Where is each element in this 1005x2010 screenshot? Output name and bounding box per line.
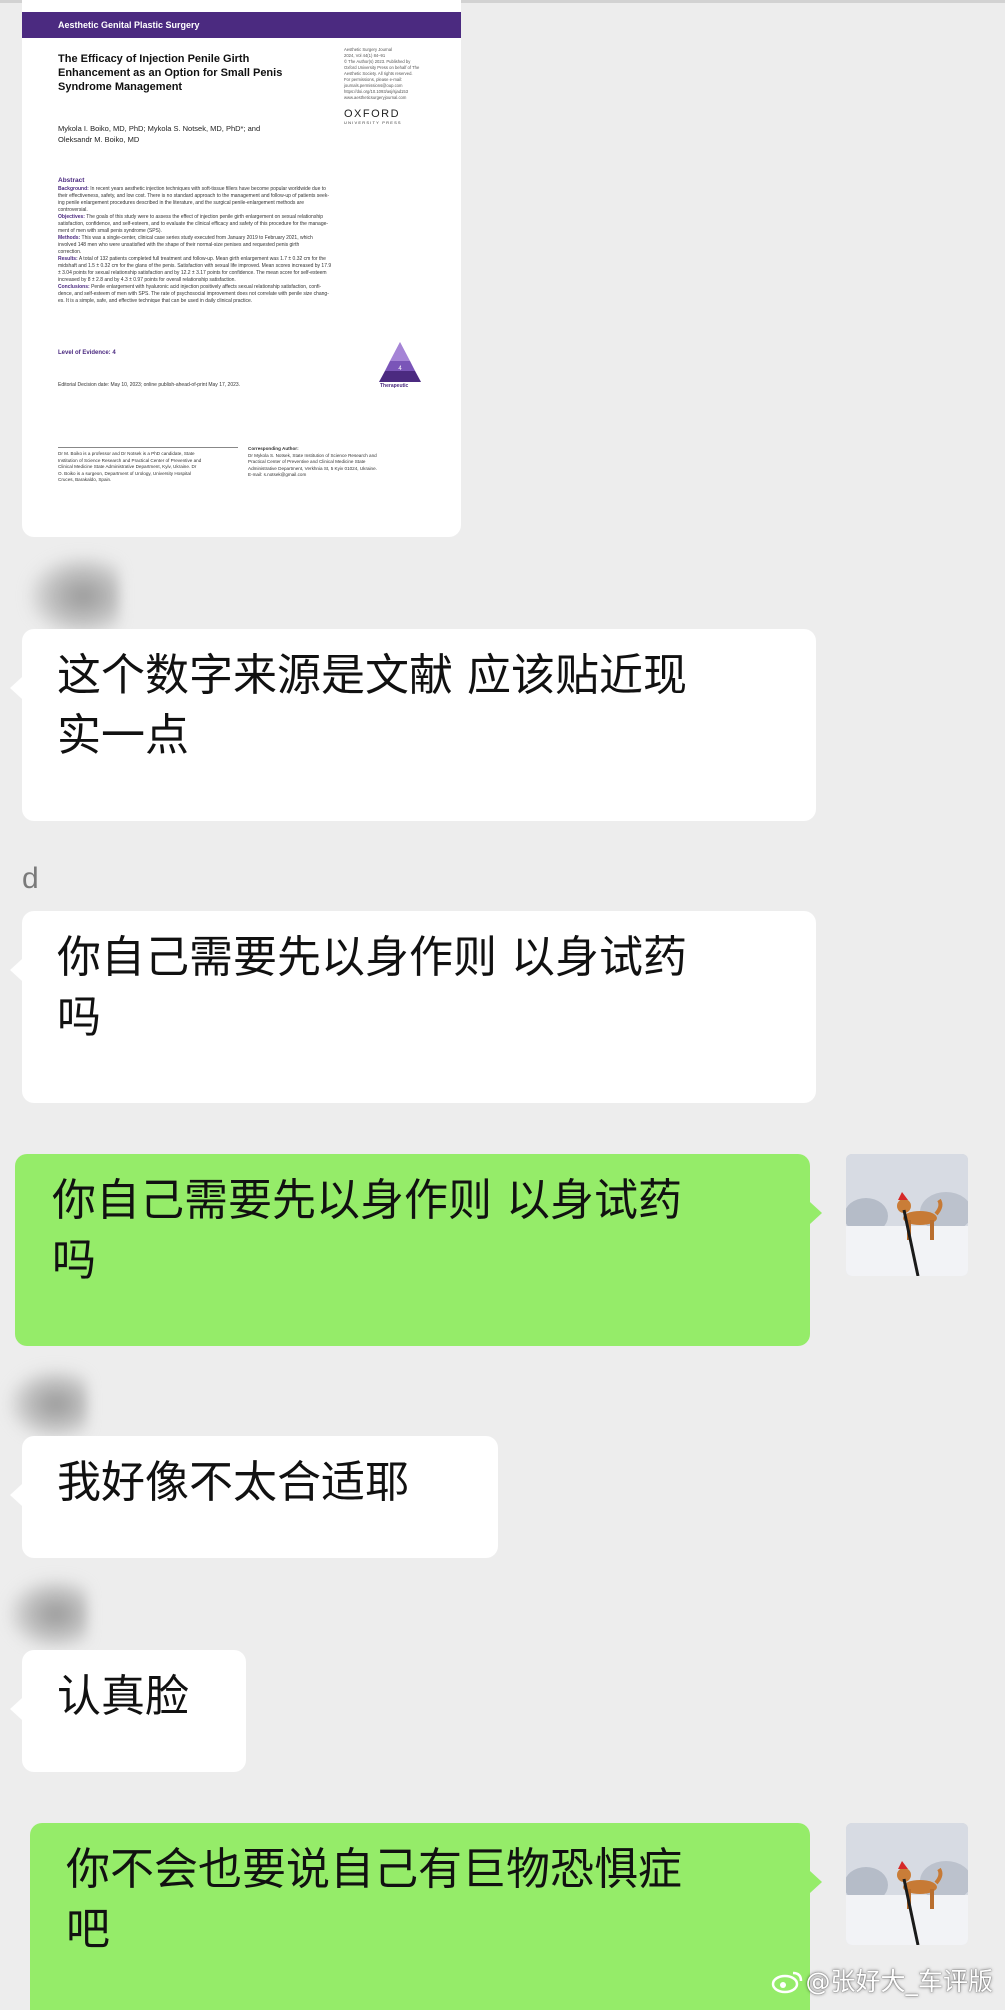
avatar[interactable]	[8, 1578, 88, 1650]
footnote-divider	[58, 447, 238, 448]
author-line: Mykola I. Boiko, MD, PhD; Mykola S. Nots…	[58, 124, 261, 133]
abstract-text: Penile enlargement with hyaluronic acid …	[91, 284, 322, 290]
message-line: 你不会也要说自己有巨物恐惧症	[66, 1844, 682, 1895]
abstract-label: Methods:	[58, 235, 81, 241]
corresponding-author: Corresponding Author: Dr Mykola S. Notse…	[248, 446, 433, 479]
abstract-line: ± 3.04 points for sexual relationship sa…	[58, 270, 327, 276]
message-bubble-self[interactable]: 你不会也要说自己有巨物恐惧症 吧	[30, 1823, 822, 2010]
sender-name: d	[22, 862, 39, 895]
evidence-level: Level of Evidence: 4	[58, 350, 116, 356]
message-line: 吧	[66, 1904, 110, 1955]
message-line: 我好像不太合适耶	[57, 1457, 409, 1508]
paper-authors: Mykola I. Boiko, MD, PhD; Mykola S. Nots…	[58, 123, 338, 145]
abstract-line: their effectiveness, safety, and low cos…	[58, 193, 329, 199]
message-line: 你自己需要先以身作则 以身试药	[52, 1175, 682, 1226]
journal-info-line: www.aestheticsurgeryjournal.com	[344, 95, 407, 100]
message-bubble-self[interactable]: 你自己需要先以身作则 以身试药 吗	[15, 1154, 822, 1346]
abstract-line: satisfaction, confidence, and self-estee…	[58, 221, 329, 227]
message-bubble[interactable]: 这个数字来源是文献 应该贴近现 实一点	[10, 629, 816, 821]
message-bubble[interactable]: 你自己需要先以身作则 以身试药 吗	[10, 911, 816, 1103]
abstract-line: dence, and self-esteem of men with SPS. …	[58, 291, 329, 297]
abstract-line: involved 148 men who were unsatisfied wi…	[58, 242, 300, 248]
avatar[interactable]	[28, 555, 120, 637]
message-line: 实一点	[57, 710, 189, 761]
message-line: 你自己需要先以身作则 以身试药	[57, 932, 687, 983]
abstract-line: Background: In recent years aesthetic in…	[58, 186, 428, 193]
abstract-label: Results:	[58, 256, 78, 262]
author-line: Oleksandr M. Boiko, MD	[58, 135, 140, 144]
abstract-heading: Abstract	[58, 177, 85, 184]
paper-title: The Efficacy of Injection Penile Girth E…	[58, 52, 328, 94]
evidence-pyramid-icon: 4	[379, 342, 421, 382]
abstract-line: ing penile enlargement procedures descri…	[58, 200, 304, 206]
abstract-label: Objectives:	[58, 214, 85, 220]
message-line: 认真脸	[57, 1671, 189, 1722]
message-line: 吗	[52, 1235, 96, 1286]
abstract-label: Background:	[58, 186, 89, 192]
abstract-line: es. It is a simple, safe, and effective …	[58, 298, 253, 304]
abstract-line: midshaft and 1.5 ± 0.32 cm for the glans…	[58, 263, 332, 269]
weibo-logo-icon	[772, 1971, 803, 1994]
avatar-self[interactable]	[846, 1154, 968, 1276]
abstract-body: Background: In recent years aesthetic in…	[58, 186, 428, 305]
publisher-sub: UNIVERSITY PRESS	[344, 120, 402, 125]
message-bubble[interactable]: 认真脸	[10, 1650, 246, 1772]
abstract-label: Conclusions:	[58, 284, 90, 290]
abstract-line: Objectives: The goals of this study were…	[58, 214, 428, 221]
affiliation-line: Cruces, Barakaldo, Spain.	[58, 477, 112, 482]
message-line: 这个数字来源是文献 应该贴近现	[57, 650, 687, 701]
paper-section-banner: Aesthetic Genital Plastic Surgery	[22, 12, 461, 38]
editorial-date: Editorial Decision date: May 10, 2023; o…	[58, 382, 241, 388]
abstract-text: In recent years aesthetic injection tech…	[90, 186, 326, 192]
paper-title-line: Enhancement as an Option for Small Penis	[58, 67, 283, 79]
publisher-logo: OXFORD	[344, 108, 401, 120]
watermark-text: @张好大_车评版	[805, 1967, 993, 1996]
abstract-line: Methods: This was a single-center, clini…	[58, 235, 428, 242]
avatar-self[interactable]	[846, 1823, 968, 1945]
message-line: 吗	[57, 992, 101, 1043]
shared-paper-image[interactable]: Aesthetic Genital Plastic Surgery The Ef…	[22, 0, 461, 537]
paper-title-line: The Efficacy of Injection Penile Girth	[58, 53, 250, 65]
avatar[interactable]	[8, 1368, 88, 1440]
dog-in-snow-icon	[846, 1823, 968, 1945]
message-bubble[interactable]: 我好像不太合适耶	[10, 1436, 498, 1558]
evidence-type: Therapeutic	[380, 383, 409, 389]
abstract-line: ment of men with small penis syndrome (S…	[58, 228, 162, 234]
abstract-line: Results: A total of 132 patients complet…	[58, 256, 428, 263]
journal-info: Aesthetic Surgery Journal 2024, Vol 44(1…	[344, 47, 444, 101]
author-affiliation: Dr M. Boiko is a professor and Dr Notsek…	[58, 451, 238, 484]
abstract-line: Conclusions: Penile enlargement with hya…	[58, 284, 428, 291]
abstract-line: controversial.	[58, 207, 88, 213]
paper-title-line: Syndrome Management	[58, 81, 183, 93]
abstract-text: A total of 132 patients completed full t…	[78, 256, 326, 262]
weibo-watermark: @张好大_车评版	[771, 1962, 993, 1998]
dog-in-snow-icon	[846, 1154, 968, 1276]
abstract-text: This was a single-center, clinical case …	[81, 235, 313, 241]
abstract-line: correction.	[58, 249, 82, 255]
corresponding-line: E-mail: s.notsek@gmail.com	[248, 472, 307, 477]
abstract-line: increased by 8 ± 2.8 and by 4.3 ± 0.97 p…	[58, 277, 236, 283]
abstract-text: The goals of this study were to assess t…	[86, 214, 323, 220]
